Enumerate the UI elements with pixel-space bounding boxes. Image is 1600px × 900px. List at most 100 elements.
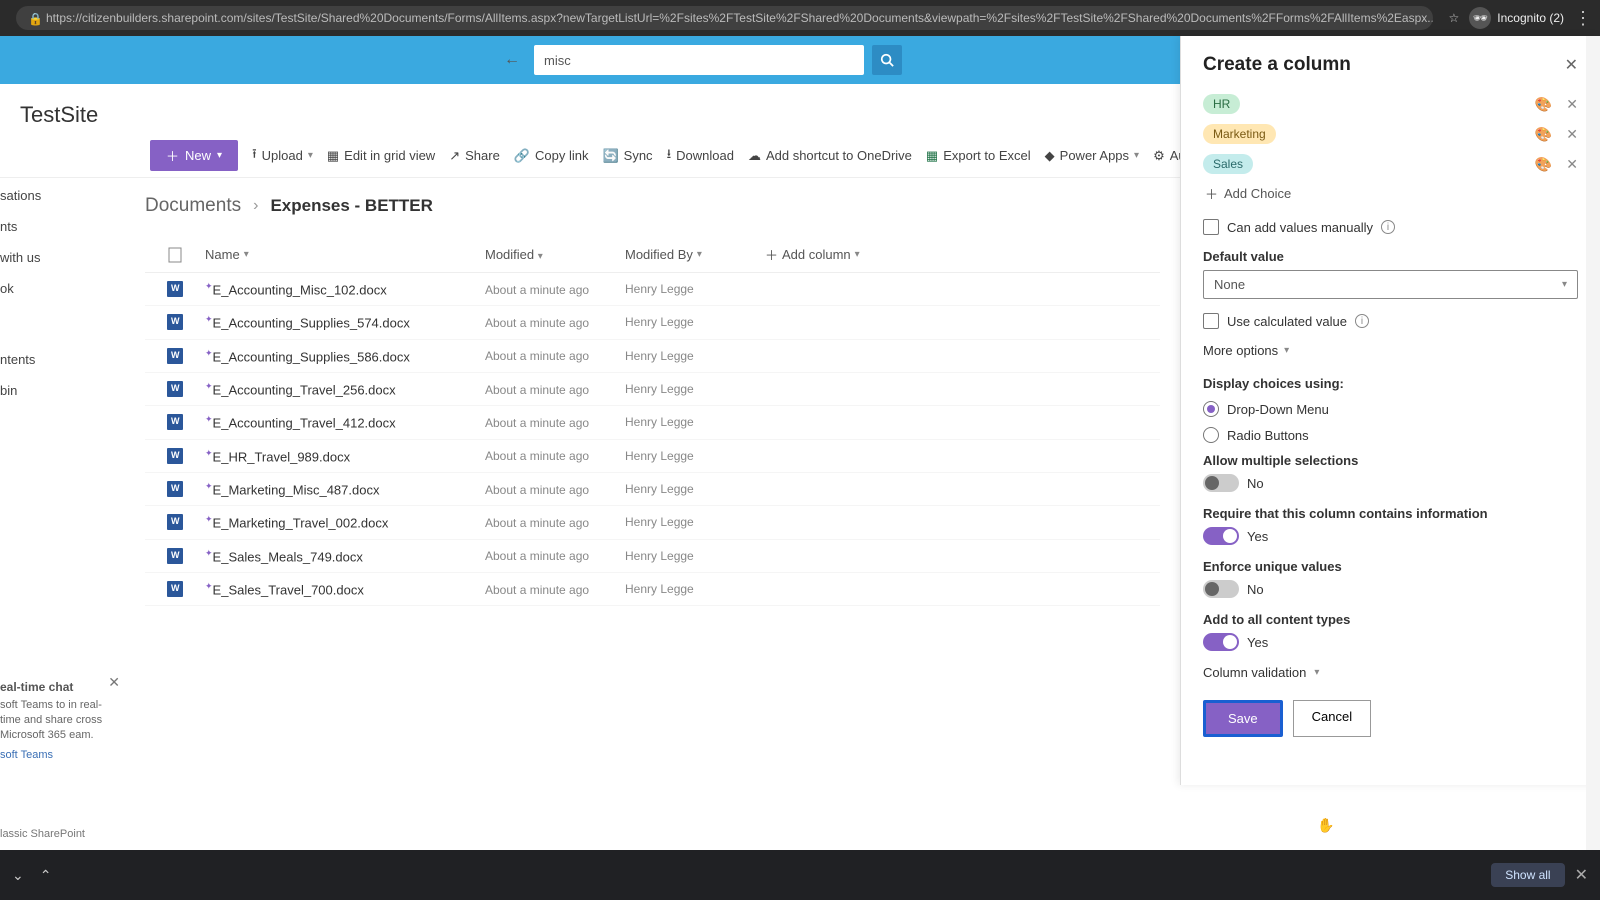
share-button[interactable]: ↗Share: [449, 148, 500, 164]
close-icon[interactable]: ✕: [1565, 55, 1578, 75]
breadcrumb-library[interactable]: Documents: [145, 195, 241, 217]
file-name[interactable]: ✦E_Accounting_Supplies_574.docx: [205, 314, 410, 330]
table-row[interactable]: ✦E_HR_Travel_989.docx About a minute ago…: [145, 440, 1160, 473]
more-options-toggle[interactable]: More options ▾: [1203, 343, 1578, 358]
table-row[interactable]: ✦E_Marketing_Travel_002.docx About a min…: [145, 506, 1160, 539]
bookmark-star-icon[interactable]: ☆: [1449, 11, 1460, 25]
nav-item[interactable]: ok: [0, 273, 120, 304]
create-column-panel: Create a column ✕ HR 🎨 ✕ Marketing 🎨 ✕ S…: [1180, 36, 1600, 785]
breadcrumb-folder: Expenses - BETTER: [270, 196, 433, 216]
display-dropdown-radio[interactable]: Drop-Down Menu: [1203, 401, 1578, 417]
use-calculated-value-checkbox[interactable]: Use calculated value i: [1203, 313, 1578, 329]
close-icon[interactable]: ✕: [1575, 865, 1588, 885]
close-icon[interactable]: ✕: [108, 674, 120, 691]
table-row[interactable]: ✦E_Accounting_Supplies_586.docx About a …: [145, 340, 1160, 373]
table-row[interactable]: ✦E_Accounting_Supplies_574.docx About a …: [145, 306, 1160, 339]
upload-button[interactable]: ⭱Upload▾: [252, 145, 313, 167]
modified-time: About a minute ago: [485, 283, 589, 297]
classic-sharepoint-link[interactable]: lassic SharePoint: [0, 828, 85, 840]
chevron-down-icon[interactable]: ⌄: [12, 867, 24, 884]
nav-item[interactable]: ntents: [0, 344, 120, 375]
new-button[interactable]: ＋ New ▾: [150, 140, 238, 171]
nav-item[interactable]: sations: [0, 180, 120, 211]
add-choice-button[interactable]: ＋ Add Choice: [1205, 184, 1578, 203]
copy-link-button[interactable]: 🔗Copy link: [514, 148, 589, 164]
file-name[interactable]: ✦E_Accounting_Travel_256.docx: [205, 381, 396, 397]
plus-icon: ＋: [166, 146, 179, 165]
file-name[interactable]: ✦E_Sales_Travel_700.docx: [205, 581, 364, 597]
table-row[interactable]: ✦E_Sales_Meals_749.docx About a minute a…: [145, 540, 1160, 573]
sync-icon: 🔄: [602, 148, 618, 164]
remove-choice-icon[interactable]: ✕: [1566, 126, 1578, 143]
panel-title: Create a column: [1203, 54, 1351, 76]
table-row[interactable]: ✦E_Accounting_Travel_256.docx About a mi…: [145, 373, 1160, 406]
file-name[interactable]: ✦E_Marketing_Misc_487.docx: [205, 481, 379, 497]
modified-column-header[interactable]: Modified ▾: [485, 247, 625, 262]
choice-row: HR 🎨 ✕: [1203, 94, 1578, 114]
scrollbar-track[interactable]: [1586, 36, 1600, 850]
teams-link[interactable]: soft Teams: [0, 749, 114, 761]
powerapps-icon: ◆: [1045, 148, 1055, 164]
radio-icon: [1203, 427, 1219, 443]
remove-choice-icon[interactable]: ✕: [1566, 96, 1578, 113]
choice-pill[interactable]: HR: [1203, 94, 1240, 114]
file-name[interactable]: ✦E_Accounting_Misc_102.docx: [205, 281, 387, 297]
palette-icon[interactable]: 🎨: [1535, 126, 1552, 143]
choice-pill[interactable]: Marketing: [1203, 124, 1276, 144]
enforce-unique-toggle[interactable]: No: [1203, 580, 1578, 598]
palette-icon[interactable]: 🎨: [1535, 156, 1552, 173]
palette-icon[interactable]: 🎨: [1535, 96, 1552, 113]
add-column-button[interactable]: ＋Add column▾: [765, 245, 860, 264]
allow-multi-toggle[interactable]: No: [1203, 474, 1578, 492]
excel-icon: ▦: [926, 148, 938, 164]
export-excel-button[interactable]: ▦Export to Excel: [926, 148, 1031, 164]
allow-multi-label: Allow multiple selections: [1203, 453, 1578, 468]
chevron-up-icon[interactable]: ⌃: [40, 867, 52, 884]
cancel-button[interactable]: Cancel: [1293, 700, 1371, 737]
incognito-indicator[interactable]: 🕶 Incognito (2): [1469, 7, 1564, 29]
file-name[interactable]: ✦E_HR_Travel_989.docx: [205, 448, 350, 464]
checkbox-icon: [1203, 313, 1219, 329]
chevron-down-icon: ▾: [855, 249, 860, 260]
modified-by-column-header[interactable]: Modified By▾: [625, 247, 765, 262]
search-button[interactable]: [872, 45, 902, 75]
modified-by: Henry Legge: [625, 315, 694, 329]
table-row[interactable]: ✦E_Sales_Travel_700.docx About a minute …: [145, 573, 1160, 606]
table-row[interactable]: ✦E_Accounting_Travel_412.docx About a mi…: [145, 406, 1160, 439]
display-radiobuttons-radio[interactable]: Radio Buttons: [1203, 427, 1578, 443]
url-bar[interactable]: 🔒 https://citizenbuilders.sharepoint.com…: [16, 6, 1433, 30]
modified-by: Henry Legge: [625, 582, 694, 596]
nav-item[interactable]: bin: [0, 375, 120, 406]
search-back-icon[interactable]: ←: [498, 46, 526, 74]
nav-item[interactable]: nts: [0, 211, 120, 242]
default-value-label: Default value: [1203, 249, 1578, 264]
can-add-manually-checkbox[interactable]: Can add values manually i: [1203, 219, 1578, 235]
edit-grid-button[interactable]: ▦Edit in grid view: [327, 148, 435, 164]
choice-pill[interactable]: Sales: [1203, 154, 1253, 174]
add-all-types-toggle[interactable]: Yes: [1203, 633, 1578, 651]
name-column-header[interactable]: Name▾: [205, 247, 485, 262]
download-button[interactable]: ⭳Download: [667, 145, 734, 167]
column-validation-toggle[interactable]: Column validation ▾: [1203, 665, 1578, 680]
info-icon[interactable]: i: [1355, 314, 1369, 328]
file-name[interactable]: ✦E_Marketing_Travel_002.docx: [205, 514, 388, 530]
browser-menu-icon[interactable]: ⋮: [1574, 8, 1592, 29]
file-name[interactable]: ✦E_Accounting_Supplies_586.docx: [205, 348, 410, 364]
default-value-dropdown[interactable]: None ▾: [1203, 270, 1578, 299]
nav-item[interactable]: with us: [0, 242, 120, 273]
save-button[interactable]: Save: [1203, 700, 1283, 737]
table-row[interactable]: ✦E_Marketing_Misc_487.docx About a minut…: [145, 473, 1160, 506]
search-input[interactable]: misc: [534, 45, 864, 75]
info-icon[interactable]: i: [1381, 220, 1395, 234]
onedrive-shortcut-button[interactable]: ☁Add shortcut to OneDrive: [748, 148, 912, 164]
file-name[interactable]: ✦E_Sales_Meals_749.docx: [205, 548, 363, 564]
remove-choice-icon[interactable]: ✕: [1566, 156, 1578, 173]
sync-button[interactable]: 🔄Sync: [602, 148, 652, 164]
show-all-button[interactable]: Show all: [1491, 863, 1564, 887]
modified-time: About a minute ago: [485, 416, 589, 430]
require-info-toggle[interactable]: Yes: [1203, 527, 1578, 545]
file-name[interactable]: ✦E_Accounting_Travel_412.docx: [205, 414, 396, 430]
modified-by: Henry Legge: [625, 349, 694, 363]
table-row[interactable]: ✦E_Accounting_Misc_102.docx About a minu…: [145, 273, 1160, 306]
power-apps-button[interactable]: ◆Power Apps▾: [1045, 148, 1139, 164]
